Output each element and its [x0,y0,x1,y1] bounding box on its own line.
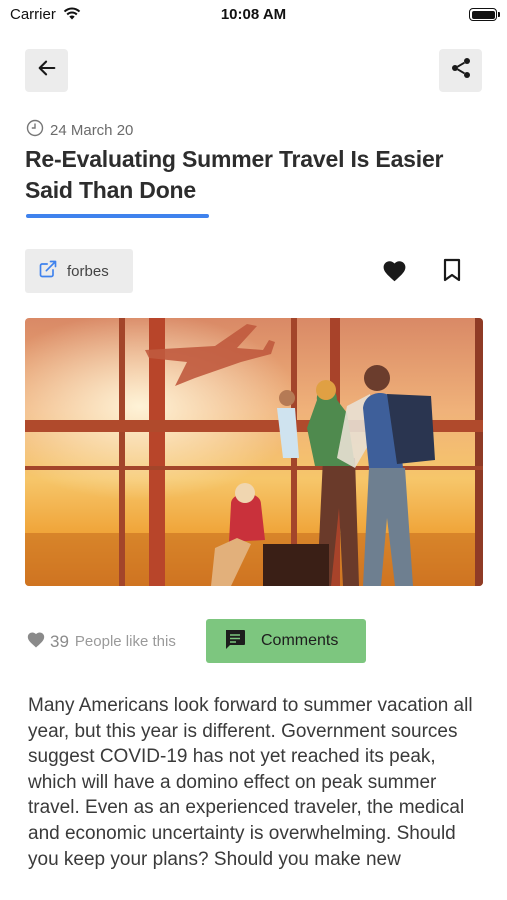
bookmark-button[interactable] [442,258,462,287]
share-button[interactable] [439,49,482,92]
bookmark-icon [442,258,462,286]
comment-icon [222,627,248,656]
comments-label: Comments [261,632,339,649]
source-link-button[interactable]: forbes [25,249,133,293]
heart-icon [26,630,46,653]
back-arrow-icon [36,57,58,84]
title-underline [26,214,209,218]
likes-caption: People like this [74,633,176,650]
source-label: forbes [67,262,109,280]
article-image [25,318,483,586]
share-icon [449,56,473,85]
article-date: 24 March 20 [26,119,133,141]
comments-button[interactable]: Comments [206,619,366,663]
clock-time: 10:08 AM [220,6,287,23]
external-link-icon [38,259,58,284]
like-button[interactable] [381,258,408,287]
battery-icon [469,8,500,21]
date-label: 24 March 20 [50,121,134,139]
status-bar: Carrier 10:08 AM [0,0,507,30]
likes-count: 39 [50,631,69,651]
back-button[interactable] [25,49,68,92]
heart-icon [381,261,408,286]
clock-icon [26,119,44,141]
likes-summary: 39 People like this [26,630,176,653]
article-body: Many Americans look forward to summer va… [28,695,473,870]
article-title: Re-Evaluating Summer Travel Is Easier Sa… [25,146,444,203]
